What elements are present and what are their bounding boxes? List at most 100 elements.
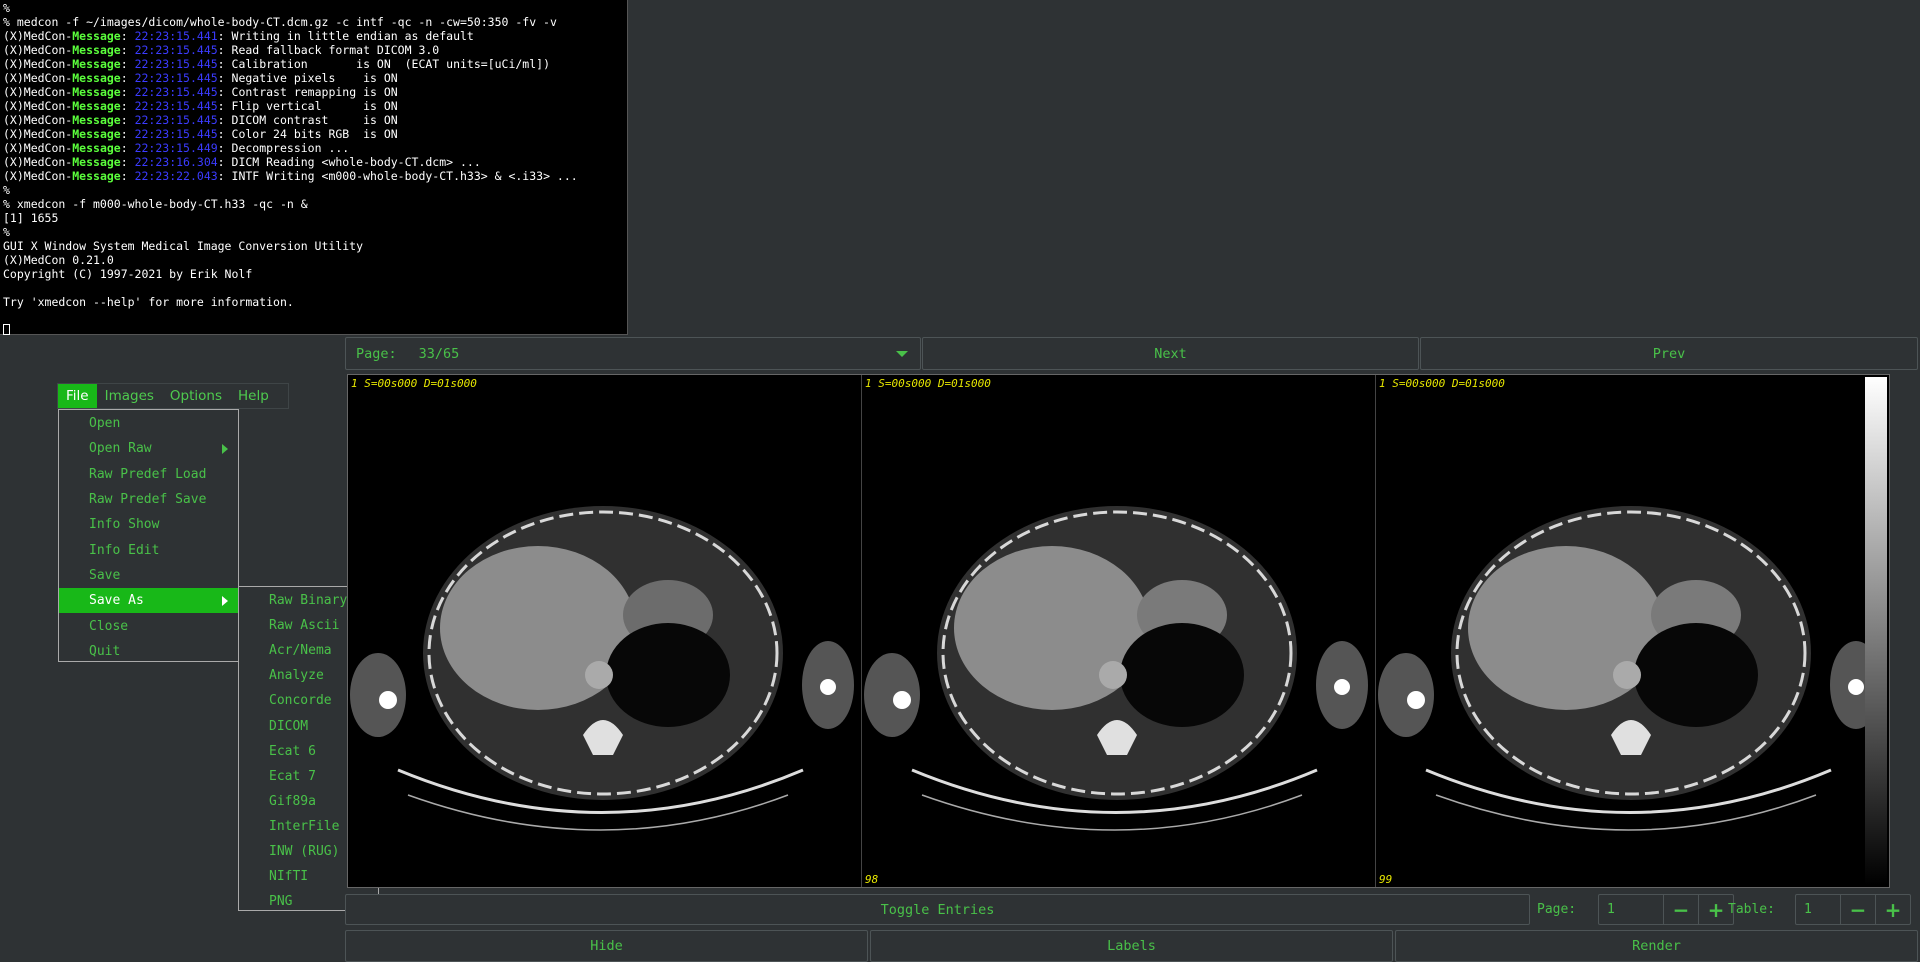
panel-label: 1 S=00s000 D=01s000 <box>865 377 991 390</box>
terminal-line: (X)MedCon-Message: 22:23:15.441: Writing… <box>3 29 627 43</box>
file-menu-item-save[interactable]: Save <box>59 563 238 588</box>
terminal-text: (X)MedCon- <box>3 29 73 43</box>
image-panel[interactable]: 1 S=00s000 D=01s000 <box>348 375 861 887</box>
terminal-text: (X)MedCon- <box>3 155 73 169</box>
terminal-text: (X)MedCon- <box>3 169 73 183</box>
message-tag: Message <box>72 113 121 127</box>
terminal-line: % medcon -f ~/images/dicom/whole-body-CT… <box>3 15 557 29</box>
menu-help[interactable]: Help <box>230 384 277 408</box>
menu-bar: File Images Options Help <box>57 383 289 409</box>
menu-item-label: Raw Predef Load <box>89 466 207 482</box>
message-tag: Message <box>72 155 121 169</box>
ct-body <box>864 506 1368 831</box>
terminal-line: (X)MedCon-Message: 22:23:15.445: DICOM c… <box>3 113 627 127</box>
terminal-text: : <box>120 57 135 71</box>
terminal-line: % xmedcon -f m000-whole-body-CT.h33 -qc … <box>3 197 308 211</box>
file-menu-item-open-raw[interactable]: Open Raw <box>59 436 238 461</box>
file-menu: Open Open Raw Raw Predef Load Raw Predef Sa… <box>58 409 239 662</box>
toggle-entries-button[interactable]: Toggle Entries <box>345 894 1530 925</box>
terminal-text: : <box>120 43 135 57</box>
timestamp: 22:23:15.445 <box>134 71 218 85</box>
terminal-text: : Writing in little endian as default <box>217 29 474 43</box>
file-menu-item-info-show[interactable]: Info Show <box>59 512 238 537</box>
plus-icon[interactable]: + <box>1875 895 1910 924</box>
minus-icon[interactable]: − <box>1663 895 1698 924</box>
page-spinner-value[interactable]: 1 <box>1599 895 1663 924</box>
terminal-line: (X)MedCon-Message: 22:23:15.445: Color 2… <box>3 127 627 141</box>
ct-slice-image <box>864 506 1368 831</box>
table-spin-label: Table: <box>1728 902 1775 917</box>
timestamp: 22:23:15.445 <box>134 127 218 141</box>
terminal-text: : <box>120 127 135 141</box>
timestamp: 22:23:15.445 <box>134 57 218 71</box>
file-menu-item-info-edit[interactable]: Info Edit <box>59 537 238 562</box>
terminal-line: (X)MedCon-Message: 22:23:15.445: Flip ve… <box>3 99 627 113</box>
terminal-text: : <box>120 85 135 99</box>
terminal-text: : Color 24 bits RGB is ON <box>217 127 398 141</box>
terminal-line: Try 'xmedcon --help' for more informatio… <box>3 295 294 309</box>
menu-item-label: Info Show <box>89 517 160 533</box>
timestamp: 22:23:15.441 <box>134 29 218 43</box>
terminal-line: [1] 1655 <box>3 211 59 225</box>
file-menu-item-raw-predef-save[interactable]: Raw Predef Save <box>59 487 238 512</box>
terminal-line: % <box>3 225 10 239</box>
terminal-text: (X)MedCon- <box>3 57 73 71</box>
timestamp: 22:23:22.043 <box>134 169 218 183</box>
menu-images[interactable]: Images <box>97 384 162 408</box>
terminal-text: (X)MedCon- <box>3 141 73 155</box>
page-selector-value: 33/65 <box>418 345 460 362</box>
terminal-text: : Flip vertical is ON <box>217 99 398 113</box>
message-tag: Message <box>72 169 121 183</box>
chevron-down-icon <box>896 351 908 357</box>
message-tag: Message <box>72 29 121 43</box>
color-scale-bar <box>1865 377 1887 885</box>
timestamp: 22:23:15.445 <box>134 99 218 113</box>
menu-options[interactable]: Options <box>162 384 230 408</box>
message-tag: Message <box>72 99 121 113</box>
timestamp: 22:23:16.304 <box>134 155 218 169</box>
terminal-text: : Contrast remapping is ON <box>217 85 398 99</box>
message-tag: Message <box>72 71 121 85</box>
image-viewer[interactable]: 1 S=00s000 D=01s000 1 S=00s000 D=01s000 <box>347 374 1890 888</box>
panel-label: 1 S=00s000 D=01s000 <box>351 377 477 390</box>
timestamp: 22:23:15.445 <box>134 113 218 127</box>
file-menu-item-open[interactable]: Open <box>59 411 238 436</box>
file-menu-item-close[interactable]: Close <box>59 613 238 638</box>
labels-button[interactable]: Labels <box>870 930 1393 962</box>
terminal-text: : <box>120 71 135 85</box>
submenu-arrow-icon <box>222 595 228 606</box>
terminal-line: (X)MedCon 0.21.0 <box>3 253 114 267</box>
terminal-text: : <box>120 99 135 113</box>
terminal-text: : Read fallback format DICOM 3.0 <box>217 43 440 57</box>
prev-button[interactable]: Prev <box>1420 337 1918 370</box>
terminal-text: : Calibration is ON (ECAT units=[uCi/ml]… <box>217 57 551 71</box>
render-button[interactable]: Render <box>1395 930 1918 962</box>
terminal-text: : <box>120 113 135 127</box>
terminal-window[interactable]: % % medcon -f ~/images/dicom/whole-body-C… <box>0 0 628 335</box>
file-menu-item-quit[interactable]: Quit <box>59 639 238 664</box>
image-panel[interactable]: 1 S=00s000 D=01s000 99 <box>1376 375 1889 887</box>
terminal-cursor <box>3 324 10 335</box>
terminal-text: (X)MedCon- <box>3 85 73 99</box>
menu-file[interactable]: File <box>58 384 97 408</box>
terminal-line: (X)MedCon-Message: 22:23:22.043: INTF Wr… <box>3 169 627 183</box>
file-menu-item-raw-predef-load[interactable]: Raw Predef Load <box>59 462 238 487</box>
ct-body <box>1378 506 1882 831</box>
terminal-line: (X)MedCon-Message: 22:23:16.304: DICM Re… <box>3 155 627 169</box>
table-spinner[interactable]: 1 − + <box>1795 894 1911 925</box>
message-tag: Message <box>72 57 121 71</box>
table-spinner-value[interactable]: 1 <box>1796 895 1840 924</box>
page-spinner[interactable]: 1 − + <box>1598 894 1734 925</box>
terminal-text: (X)MedCon- <box>3 99 73 113</box>
terminal-text: : Decompression ... <box>217 141 350 155</box>
minus-icon[interactable]: − <box>1840 895 1875 924</box>
hide-button[interactable]: Hide <box>345 930 868 962</box>
page-selector[interactable]: Page: 33/65 <box>345 337 921 370</box>
file-menu-item-save-as[interactable]: Save As <box>59 588 238 614</box>
terminal-text: : <box>120 141 135 155</box>
menu-item-label: Info Edit <box>89 542 160 558</box>
page-spin-label: Page: <box>1537 902 1577 917</box>
terminal-line: (X)MedCon-Message: 22:23:15.445: Contras… <box>3 85 627 99</box>
image-panel[interactable]: 1 S=00s000 D=01s000 98 <box>862 375 1375 887</box>
next-button[interactable]: Next <box>922 337 1419 370</box>
